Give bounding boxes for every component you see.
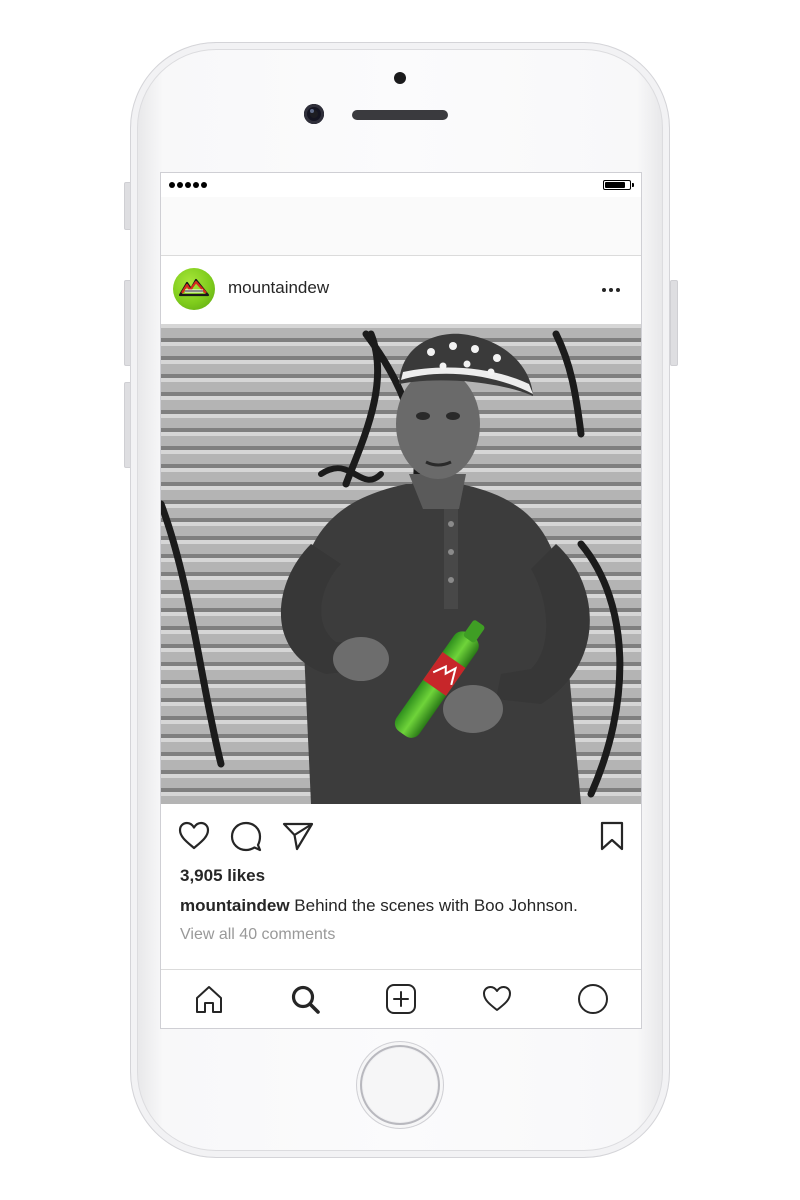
home-button[interactable]: [357, 1042, 443, 1128]
battery-level: [605, 182, 625, 188]
home-icon[interactable]: [192, 982, 226, 1016]
status-bar: [161, 173, 641, 197]
caption-username[interactable]: mountaindew: [180, 896, 290, 915]
bookmark-icon[interactable]: [595, 819, 629, 853]
phone-screen: mountaindew 3,905 likes mountaindew Behi…: [160, 172, 642, 1029]
comment-icon[interactable]: [229, 819, 263, 853]
profile-icon[interactable]: [576, 982, 610, 1016]
search-icon[interactable]: [288, 982, 322, 1016]
post-header: mountaindew: [161, 256, 641, 324]
activity-heart-icon[interactable]: [480, 982, 514, 1016]
top-navigation-bar: [161, 197, 641, 256]
signal-strength-icon: [169, 182, 207, 188]
front-camera: [304, 104, 324, 124]
like-count[interactable]: 3,905 likes: [180, 866, 265, 886]
earpiece-speaker: [352, 110, 448, 120]
avatar[interactable]: [173, 268, 215, 310]
photo-illustration: [161, 324, 641, 804]
post-username[interactable]: mountaindew: [228, 278, 329, 298]
post-caption: mountaindew Behind the scenes with Boo J…: [180, 896, 578, 916]
mountain-dew-logo-icon: [178, 278, 210, 297]
power-button: [670, 280, 678, 366]
caption-text: Behind the scenes with Boo Johnson.: [289, 896, 578, 915]
post-photo[interactable]: [161, 324, 641, 804]
battery-icon: [603, 180, 634, 190]
proximity-sensor: [394, 72, 406, 84]
more-options-icon[interactable]: [601, 278, 621, 302]
post-actions: [161, 804, 641, 864]
share-icon[interactable]: [281, 819, 315, 853]
heart-icon[interactable]: [177, 819, 211, 853]
bottom-tab-bar: [161, 969, 641, 1028]
view-comments-link[interactable]: View all 40 comments: [180, 926, 335, 944]
add-post-icon[interactable]: [384, 982, 418, 1016]
